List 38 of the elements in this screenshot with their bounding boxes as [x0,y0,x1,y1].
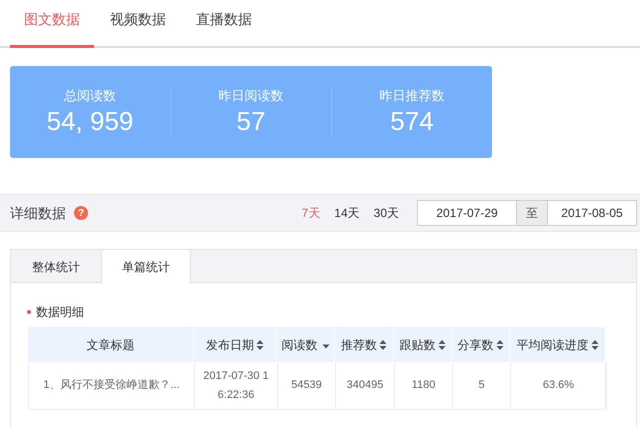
table-cell-text: 340495 [346,378,384,393]
stat-value: 54, 959 [46,105,134,137]
column-header[interactable]: 发布日期 [194,327,277,362]
end-date-field[interactable]: 2017-08-05 [547,200,637,226]
date-separator: 至 [517,200,547,226]
column-header[interactable]: 平均阅读进度 [510,327,606,362]
table-cell-text: 1180 [412,378,436,393]
start-date-field[interactable]: 2017-07-29 [417,200,517,226]
column-header[interactable]: 文章标题 [28,327,194,362]
column-header[interactable]: 推荐数 [335,327,394,362]
column-header[interactable]: 跟贴数 [394,327,452,362]
table-cell-text: 54539 [291,378,322,393]
sort-icon[interactable] [496,338,504,350]
period-option[interactable]: 30天 [374,204,399,222]
stat-label: 昨日推荐数 [380,87,444,105]
subsection-title: 数据明细 [36,304,84,321]
table-cell-text: 63.6% [542,378,574,393]
column-header[interactable]: 分享数 [452,327,510,362]
sort-icon[interactable] [379,338,387,350]
sub-tab[interactable]: 整体统计 [11,250,101,283]
bullet-icon [27,310,31,314]
tab[interactable]: 直播数据 [182,0,266,48]
table-cell-text: 5 [478,378,485,393]
sort-icon[interactable] [590,338,598,350]
sub-tab[interactable]: 单篇统计 [101,250,191,284]
tab[interactable]: 视频数据 [96,0,180,48]
table-cell-text: 2017-07-30 16:22:36 [202,368,270,402]
stat-value: 574 [390,105,434,137]
sort-icon[interactable] [438,338,446,350]
sort-icon[interactable] [256,338,264,350]
stat-label: 昨日阅读数 [218,87,284,105]
section-title: 详细数据 [10,204,66,222]
stat-value: 57 [236,105,266,137]
table-cell-text: 1、风行不接受徐峥道歉？... [43,378,180,393]
column-header[interactable]: 阅读数 [277,327,335,362]
period-option[interactable]: 14天 [334,204,360,222]
sort-descending-icon[interactable] [322,344,330,349]
stat-label: 总阅读数 [64,87,116,105]
